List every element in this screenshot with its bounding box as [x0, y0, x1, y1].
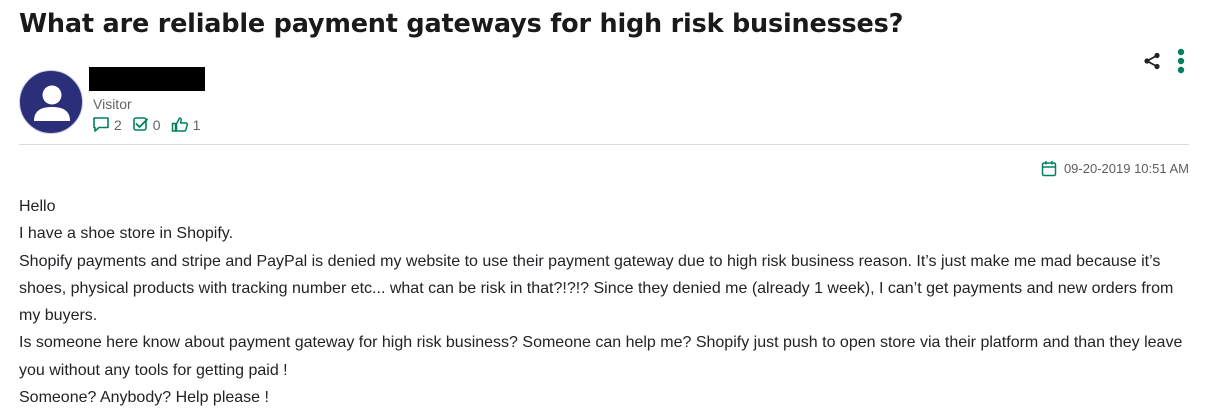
user-silhouette-icon	[34, 85, 70, 121]
body-line: Hello	[19, 198, 56, 215]
more-vertical-icon[interactable]	[1177, 48, 1185, 74]
header-divider	[19, 144, 1189, 145]
post-body: Hello I have a shoe store in Shopify. Sh…	[19, 193, 1194, 411]
author-role: Visitor	[93, 96, 132, 112]
author-stats: 2 0 1	[92, 116, 210, 133]
body-line: I have a shoe store in Shopify.	[19, 225, 234, 243]
post-timestamp: 09-20-2019 10:51 AM	[1041, 160, 1189, 177]
body-line: Is someone here know about payment gatew…	[19, 334, 1183, 379]
body-line: Someone? Anybody? Help please !	[19, 389, 269, 407]
thumbs-up-icon	[171, 117, 188, 132]
kudos-stat: 1	[171, 116, 201, 133]
kudos-count: 1	[192, 116, 201, 133]
messages-count: 2	[114, 116, 122, 133]
solutions-count: 0	[152, 116, 161, 133]
calendar-icon	[1041, 161, 1057, 177]
avatar[interactable]	[19, 70, 83, 134]
body-line: Shopify payments and stripe and PayPal i…	[19, 252, 1174, 325]
redacted-username[interactable]	[89, 67, 205, 91]
post-actions	[1143, 48, 1185, 74]
share-icon[interactable]	[1143, 52, 1161, 70]
solutions-stat: 0	[132, 116, 161, 133]
messages-stat: 2	[92, 116, 122, 133]
speech-bubble-icon	[93, 117, 109, 132]
timestamp-text: 09-20-2019 10:51 AM	[1063, 161, 1189, 176]
post-title: What are reliable payment gateways for h…	[19, 9, 904, 39]
checkbox-icon	[132, 117, 148, 131]
